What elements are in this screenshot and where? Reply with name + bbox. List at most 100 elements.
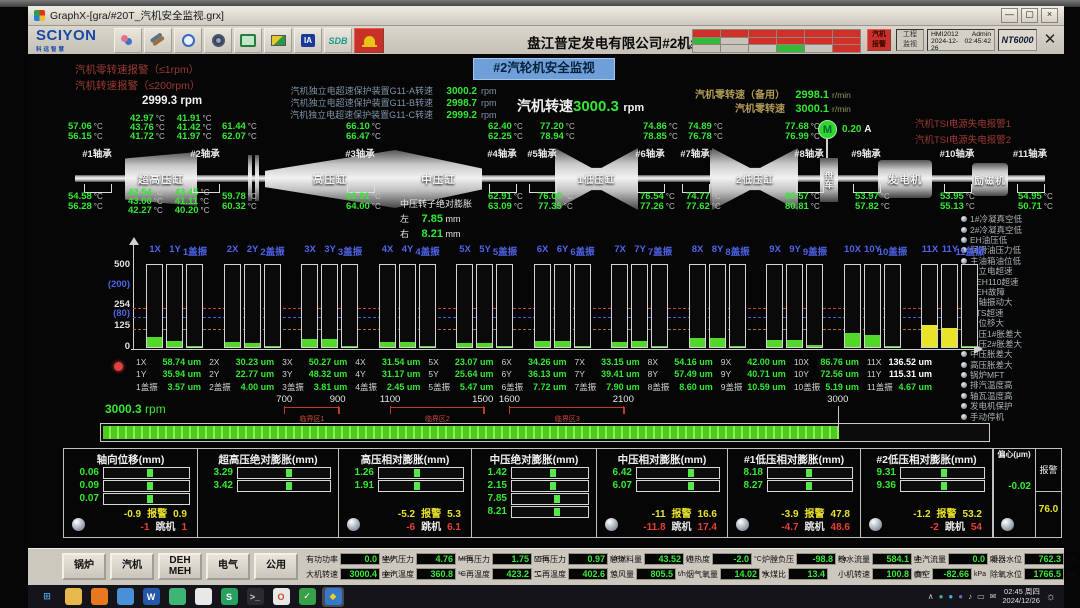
- vibration-bar-fill: [885, 346, 900, 347]
- tray-icon[interactable]: ●: [958, 592, 963, 601]
- metric: 凝器水位 762.3 mm: [990, 552, 1065, 566]
- toolbar-buttons: IA SDB: [114, 28, 384, 53]
- alarm-bell-button[interactable]: [354, 28, 384, 53]
- tools-icon: [152, 35, 165, 46]
- settings-button[interactable]: [204, 28, 232, 53]
- nav-button[interactable]: 汽机: [110, 553, 154, 580]
- taskbar-clock[interactable]: 02:45 周四2024/12/26: [1002, 588, 1040, 605]
- taskbar-app-icon: O: [273, 588, 290, 605]
- annunciator-cell[interactable]: [805, 30, 832, 37]
- taskbar-app-button[interactable]: [62, 587, 84, 607]
- panel-title: 超高压绝对膨胀(mm): [205, 452, 331, 466]
- panel-row: 0.09: [71, 479, 190, 492]
- vibration-table-cell: 7X33.15 um: [572, 357, 643, 368]
- display-button[interactable]: [234, 28, 262, 53]
- annunciator-cell[interactable]: [721, 45, 748, 52]
- tray-icon[interactable]: ●: [948, 592, 953, 601]
- taskbar-app-button[interactable]: W: [140, 587, 162, 607]
- metric: 总燃料量 43.52 t/h: [610, 552, 685, 566]
- tray-icon[interactable]: ✉: [990, 592, 997, 601]
- annunciator-cell[interactable]: [693, 30, 720, 37]
- taskbar-app-button[interactable]: ⊞: [36, 587, 58, 607]
- metric-value: 13.4: [788, 568, 828, 580]
- vibration-bar: [611, 264, 628, 348]
- annunciator-cell[interactable]: [721, 30, 748, 37]
- annunciator-cell[interactable]: [693, 45, 720, 52]
- annunciator-cell[interactable]: [777, 45, 804, 52]
- tray-icon[interactable]: ●: [939, 592, 944, 601]
- metric-label: 二再压力: [534, 554, 566, 565]
- sdb-button[interactable]: SDB: [324, 28, 352, 53]
- mimic-canvas: 汽机零转速报警（≤1rpm） 汽机转速报警（≤200rpm） #2汽轮机安全监视…: [28, 54, 1064, 548]
- metric-value: 360.8: [416, 568, 456, 580]
- bearing-top-temps: 62.40°C62.25°C: [488, 122, 548, 142]
- annunciator-cell[interactable]: [749, 45, 776, 52]
- nav-button[interactable]: DEH MEH: [158, 553, 202, 580]
- vibration-column: 10X: [844, 244, 861, 348]
- annunciator-cell[interactable]: [833, 30, 860, 37]
- tray-icon[interactable]: ♪: [968, 592, 972, 601]
- mode-switch[interactable]: 工程监视: [896, 29, 924, 51]
- taskbar-app-button[interactable]: ✓: [296, 587, 318, 607]
- metric-label: 二再温度: [534, 569, 566, 580]
- nav-button[interactable]: 锅炉: [62, 553, 106, 580]
- ja-button[interactable]: IA: [294, 28, 322, 53]
- annunciator-cell[interactable]: [833, 45, 860, 52]
- users-button[interactable]: [114, 28, 142, 53]
- vibration-bar: [941, 264, 958, 348]
- minimize-button[interactable]: —: [1001, 8, 1018, 23]
- metric-label: 过热度: [686, 554, 710, 565]
- panel-bar-tick: [941, 469, 947, 477]
- status-lamp-icon: [961, 362, 967, 368]
- metric-label: 给水流量: [838, 554, 870, 565]
- cards-button[interactable]: [264, 28, 292, 53]
- taskbar-app-button[interactable]: S: [218, 587, 240, 607]
- tray-icon[interactable]: ▭: [977, 592, 985, 601]
- annunciator-cell[interactable]: [693, 38, 720, 45]
- taskbar-app-button[interactable]: [88, 587, 110, 607]
- annunciator-cell[interactable]: [805, 38, 832, 45]
- annunciator-cell[interactable]: [777, 30, 804, 37]
- panel-bar: [511, 493, 589, 505]
- metric-label: 总燃料量: [610, 554, 642, 565]
- session-button[interactable]: [174, 28, 202, 53]
- vibration-column: 3盖振: [341, 244, 358, 348]
- annunciator-cell[interactable]: [805, 45, 832, 52]
- panel-bar: [103, 480, 190, 492]
- panel-bar: [767, 467, 853, 479]
- vibration-bar-fill: [690, 338, 705, 347]
- notifications-icon[interactable]: ☼: [1046, 591, 1056, 603]
- taskbar-app-button[interactable]: [192, 587, 214, 607]
- panel-row: 9.31: [868, 466, 985, 479]
- taskbar-app-button[interactable]: >_: [244, 587, 266, 607]
- annunciator-cell[interactable]: [749, 30, 776, 37]
- metric-value: 14.02: [720, 568, 760, 580]
- panel-trip-limits: -6跳机6.1: [400, 518, 461, 533]
- metric: 总风量 805.5 t/h: [610, 567, 685, 581]
- taskbar-app-button[interactable]: [114, 587, 136, 607]
- annunciator-cell[interactable]: [777, 38, 804, 45]
- turbine-alarm-button[interactable]: 汽机报警: [867, 29, 891, 51]
- vibration-table-cell: 1X58.74 um: [133, 357, 204, 368]
- vibration-table-cell: 9盖振10.59 um: [718, 381, 789, 392]
- tools-button[interactable]: [144, 28, 172, 53]
- annunciator-cell[interactable]: [721, 38, 748, 45]
- annunciator-cell[interactable]: [833, 38, 860, 45]
- vibration-bar-fill: [575, 346, 590, 347]
- vibration-column: 6X: [534, 244, 551, 348]
- nav-button[interactable]: 电气: [206, 553, 250, 580]
- taskbar-app-icon: >_: [247, 588, 264, 605]
- y-axis-tick-label: (80): [84, 308, 130, 319]
- taskbar-app-button[interactable]: ◆: [322, 587, 344, 607]
- maximize-button[interactable]: ▢: [1021, 8, 1038, 23]
- metric: 小机转速 100.8 rpm: [838, 567, 913, 581]
- nav-button[interactable]: 公用: [254, 553, 298, 580]
- taskbar-app-button[interactable]: [166, 587, 188, 607]
- taskbar-app-button[interactable]: O: [270, 587, 292, 607]
- panel-value: 3.42: [205, 480, 233, 491]
- panel-status-lamp-icon: [1001, 518, 1014, 531]
- annunciator-cell[interactable]: [749, 38, 776, 45]
- toolbar-close-icon[interactable]: ✕: [1040, 29, 1060, 51]
- close-button[interactable]: ×: [1041, 8, 1058, 23]
- tray-icon[interactable]: ∧: [928, 592, 934, 601]
